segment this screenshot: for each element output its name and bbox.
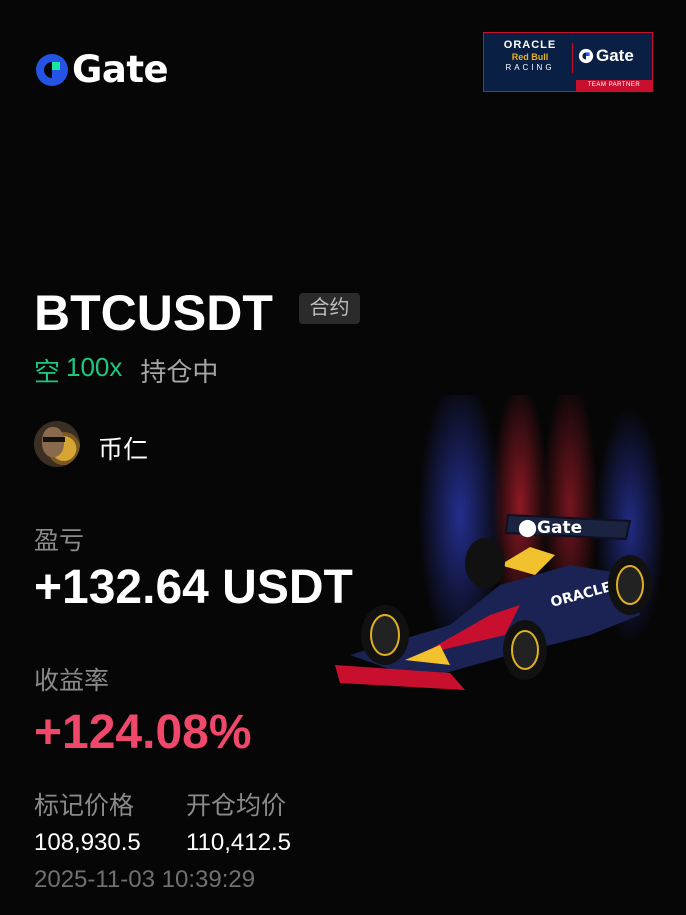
partner-line2: Red Bull <box>511 52 549 62</box>
avatar <box>34 421 80 467</box>
partner-line1: ORACLE <box>503 39 557 51</box>
timestamp: 2025-11-03 10:39:29 <box>34 866 256 893</box>
pnl-label: 盈亏 <box>34 527 85 555</box>
username: 币仁 <box>98 436 149 464</box>
position-status: 持仓中 <box>140 357 219 387</box>
avatar-glasses <box>43 437 65 442</box>
mark-price-label: 标记价格 <box>34 792 135 820</box>
partner-divider <box>572 43 573 73</box>
contract-type-tag: 合约 <box>299 293 360 324</box>
roi-value: +124.08% <box>34 706 252 759</box>
entry-price-label: 开仓均价 <box>186 792 287 820</box>
contract-symbol: BTCUSDT <box>34 285 273 341</box>
svg-text:⬤Gate: ⬤Gate <box>518 518 582 538</box>
mark-price-value: 108,930.5 <box>34 829 141 856</box>
gate-logo-text: Gate <box>72 48 169 91</box>
position-info: 空 100x 持仓中 <box>34 352 218 389</box>
pnl-value: +132.64 USDT <box>34 561 353 614</box>
partner-footer: TEAM PARTNER <box>576 80 652 91</box>
team-partner-badge: ORACLE Red Bull RACING Gate TEAM PARTNER <box>483 32 653 92</box>
position-direction: 空 <box>34 357 61 387</box>
entry-price-value: 110,412.5 <box>186 829 291 856</box>
avatar-face <box>42 427 64 457</box>
position-leverage: 100x <box>66 352 123 382</box>
gate-logo: Gate <box>34 48 169 91</box>
roi-label: 收益率 <box>34 667 110 695</box>
gate-small-logo-icon <box>578 48 594 64</box>
partner-gate-text: Gate <box>596 46 634 65</box>
partner-line3: RACING <box>505 63 555 72</box>
gate-logo-icon <box>36 53 68 86</box>
partner-gate-logo: Gate <box>578 46 634 66</box>
f1-car-illustration: ⬤Gate ORACLE <box>335 513 652 690</box>
